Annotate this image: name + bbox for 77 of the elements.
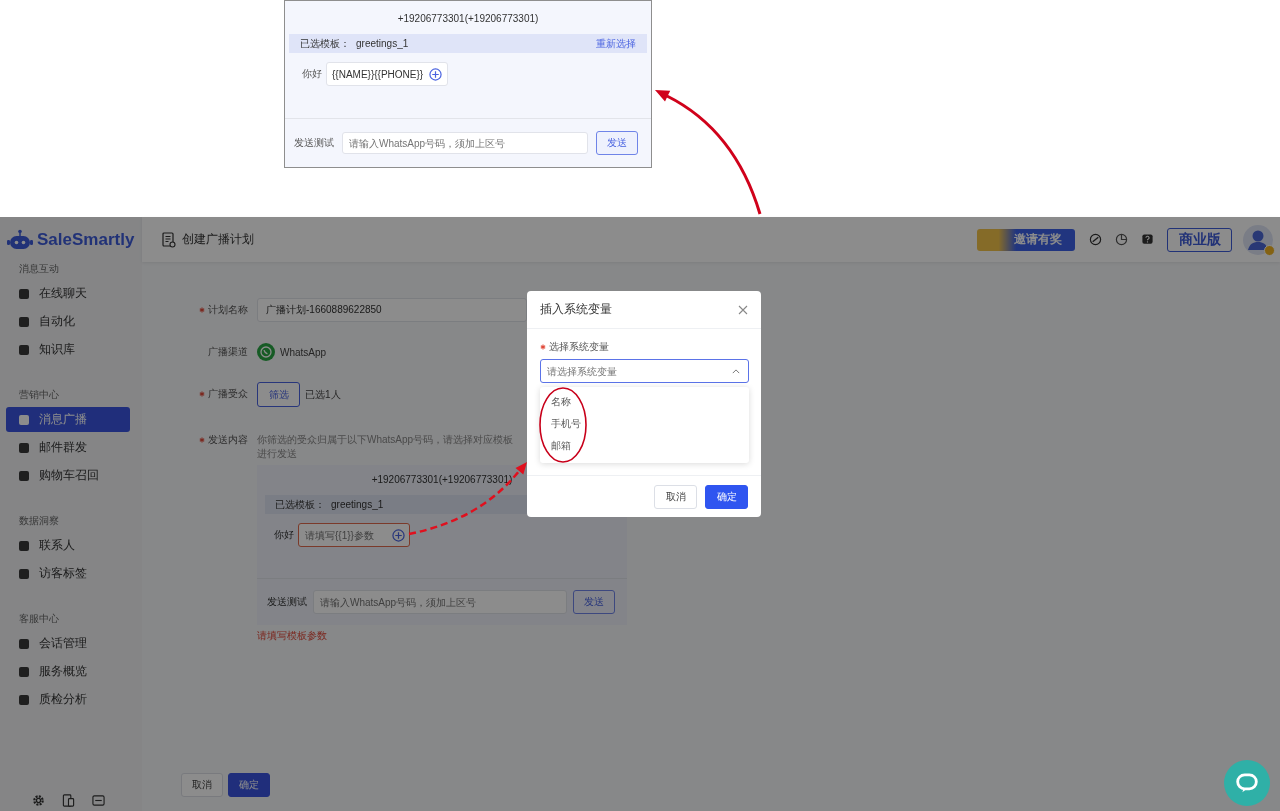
square-icon — [18, 693, 30, 706]
cancel-button[interactable]: 取消 — [181, 773, 223, 797]
phone-number: +19206773301(+19206773301) — [370, 473, 514, 487]
gear-icon[interactable] — [32, 794, 45, 807]
reselect-link[interactable]: 重新选择 — [596, 36, 636, 51]
greeting-label: 你好 — [302, 67, 322, 81]
sidebar-item[interactable]: 在线聊天 — [6, 281, 130, 306]
caret-icon[interactable] — [732, 368, 740, 374]
template-name: greetings_1 — [356, 38, 409, 49]
square-icon — [18, 287, 30, 300]
template-name: greetings_1 — [331, 499, 384, 510]
confirm-button[interactable]: 确定 — [228, 773, 270, 797]
section-title: 数据洞察 — [18, 514, 60, 528]
channel-name: WhatsApp — [280, 346, 327, 358]
field-label: 广播渠道 — [208, 345, 248, 359]
square-icon — [18, 637, 30, 650]
template-label: 已选模板： — [275, 497, 325, 512]
plan-name-field[interactable]: 广播计划-1660889622850 — [257, 298, 527, 322]
section-title: 消息互动 — [18, 262, 60, 276]
param-field[interactable]: {{NAME}}{{PHONE}} — [326, 62, 449, 86]
add-icon[interactable] — [392, 528, 405, 542]
add-icon[interactable] — [429, 67, 443, 81]
send-test-label: 发送测试 — [267, 595, 307, 609]
sidebar-item[interactable]: 联系人 — [6, 533, 130, 558]
avatar-icon[interactable] — [1243, 224, 1273, 255]
page-title: 创建广播计划 — [182, 231, 254, 248]
square-icon — [18, 343, 30, 356]
sidebar-item[interactable]: 自动化 — [6, 309, 130, 334]
field-label: 广播受众 — [208, 387, 248, 401]
sidebar-item[interactable]: 服务概览 — [6, 659, 130, 684]
cancel-button[interactable]: 取消 — [654, 484, 697, 509]
sidebar-item[interactable]: 购物车召回 — [6, 463, 130, 488]
dropdown-option[interactable]: 邮箱 — [540, 435, 749, 457]
sidebar-item[interactable]: 知识库 — [6, 337, 130, 362]
devices-icon[interactable] — [62, 794, 75, 807]
phone-number: +19206773301(+19206773301) — [396, 12, 540, 26]
status-dot — [1264, 244, 1275, 256]
field-label: 发送内容 — [208, 433, 248, 447]
square-icon — [18, 665, 30, 678]
send-button[interactable]: 发送 — [573, 590, 615, 614]
sidebar-item[interactable]: 消息广播 — [6, 407, 130, 432]
square-icon — [18, 469, 30, 482]
variable-select[interactable]: 请选择系统变量 — [540, 359, 749, 383]
help-icon[interactable] — [1141, 233, 1154, 246]
square-icon — [18, 567, 30, 580]
send-test-label: 发送测试 — [294, 136, 334, 150]
confirm-button[interactable]: 确定 — [705, 484, 748, 509]
dropdown-option[interactable]: 手机号 — [540, 413, 749, 435]
plan-button[interactable]: 商业版 — [1167, 227, 1232, 252]
brand-name: SaleSmartly — [37, 229, 135, 250]
robot-logo-icon — [7, 228, 33, 251]
dialog-title: 插入系统变量 — [540, 301, 612, 318]
error-message: 请填写模板参数 — [257, 629, 327, 643]
filter-button[interactable]: 筛选 — [257, 382, 300, 407]
greeting-label: 你好 — [274, 528, 294, 542]
dropdown-option[interactable]: 名称 — [540, 391, 749, 413]
pie-chart-icon[interactable] — [1115, 233, 1128, 246]
phone-input[interactable]: 请输入WhatsApp号码，须加上区号 — [342, 132, 588, 154]
sidebar-item[interactable]: 访客标签 — [6, 561, 130, 586]
square-icon — [18, 315, 30, 328]
square-icon — [18, 441, 30, 454]
section-title: 营销中心 — [18, 388, 60, 402]
sidebar-item[interactable]: 邮件群发 — [6, 435, 130, 460]
close-icon[interactable] — [738, 304, 748, 315]
square-icon — [18, 539, 30, 552]
square-icon — [18, 413, 30, 426]
document-icon — [162, 231, 176, 248]
field-label: 选择系统变量 — [549, 340, 609, 354]
selected-count: 已选1人 — [305, 387, 341, 402]
template-label: 已选模板： — [300, 36, 350, 51]
sidebar-item[interactable]: 质检分析 — [6, 687, 130, 712]
phone-bubble-icon — [257, 343, 275, 361]
section-title: 客服中心 — [18, 612, 60, 626]
invite-banner[interactable]: 邀请有奖 — [977, 228, 1075, 251]
send-button[interactable]: 发送 — [596, 131, 638, 155]
field-label: 计划名称 — [208, 303, 248, 317]
sidebar-item[interactable]: 会话管理 — [6, 631, 130, 656]
